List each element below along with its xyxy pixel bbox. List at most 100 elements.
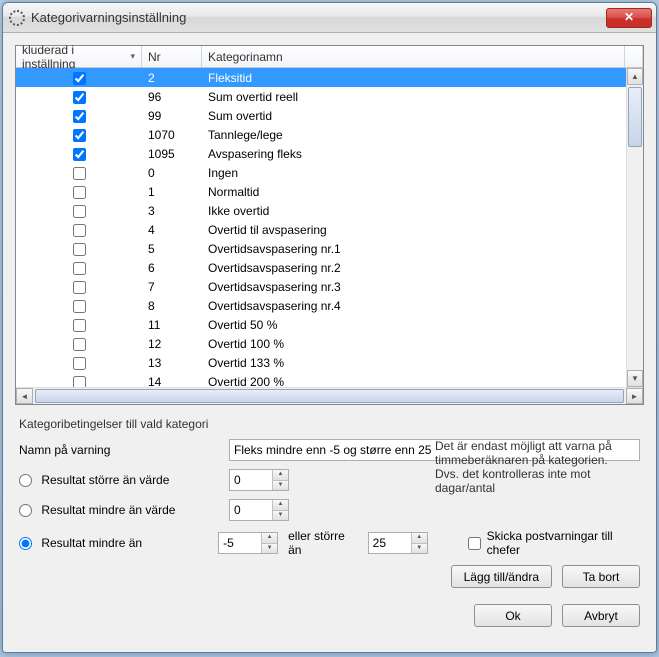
ok-button[interactable]: Ok	[474, 604, 552, 627]
row-name: Overtid 133 %	[202, 356, 626, 370]
range-high-input[interactable]	[369, 533, 411, 553]
row-name: Overtid 100 %	[202, 337, 626, 351]
row-checkbox[interactable]	[73, 205, 86, 218]
row-nr: 12	[142, 337, 202, 351]
row-checkbox[interactable]	[73, 262, 86, 275]
greater-value-spinner[interactable]: ▲▼	[229, 469, 289, 491]
row-name: Overtidsavspasering nr.2	[202, 261, 626, 275]
range-high-spinner[interactable]: ▲▼	[368, 532, 428, 554]
row-checkbox[interactable]	[73, 300, 86, 313]
less-value-input[interactable]	[230, 500, 272, 520]
row-name: Normaltid	[202, 185, 626, 199]
table-row[interactable]: 0Ingen	[16, 163, 626, 182]
header-included[interactable]: kluderad i inställning	[16, 46, 142, 67]
close-button[interactable]: ✕	[606, 8, 652, 28]
radio-range-label[interactable]: Resultat mindre än	[19, 536, 218, 550]
row-checkbox[interactable]	[73, 110, 86, 123]
cancel-button[interactable]: Avbryt	[562, 604, 640, 627]
spin-down-icon[interactable]: ▼	[272, 511, 288, 521]
titlebar[interactable]: Kategorivarningsinställning ✕	[3, 3, 656, 33]
scroll-up-icon[interactable]: ▲	[627, 68, 643, 85]
row-name: Fleksitid	[202, 71, 626, 85]
table-row[interactable]: 2Fleksitid	[16, 68, 626, 87]
scroll-thumb-v[interactable]	[628, 87, 642, 147]
add-change-button[interactable]: Lägg till/ändra	[451, 565, 552, 588]
spin-up-icon[interactable]: ▲	[272, 470, 288, 481]
row-checkbox[interactable]	[73, 186, 86, 199]
spin-up-icon[interactable]: ▲	[272, 500, 288, 511]
send-mail-label[interactable]: Skicka postvarningar till chefer	[468, 529, 640, 557]
row-checkbox[interactable]	[73, 376, 86, 387]
range-mid-label: eller större än	[288, 529, 358, 557]
dialog-window: Kategorivarningsinställning ✕ kluderad i…	[2, 2, 657, 653]
radio-greater[interactable]	[19, 474, 32, 487]
scroll-right-icon[interactable]: ►	[626, 388, 643, 404]
table-row[interactable]: 1Normaltid	[16, 182, 626, 201]
table-row[interactable]: 11Overtid 50 %	[16, 315, 626, 334]
range-low-spinner[interactable]: ▲▼	[218, 532, 278, 554]
greater-value-input[interactable]	[230, 470, 272, 490]
row-nr: 7	[142, 280, 202, 294]
scroll-track-v[interactable]	[627, 85, 643, 370]
spin-down-icon[interactable]: ▼	[411, 544, 427, 554]
row-checkbox[interactable]	[73, 129, 86, 142]
table-row[interactable]: 13Overtid 133 %	[16, 353, 626, 372]
radio-less-label[interactable]: Resultat mindre än värde	[19, 503, 229, 517]
info-text: Det är endast möjligt att varna på timme…	[435, 439, 635, 495]
vertical-scrollbar[interactable]: ▲ ▼	[626, 68, 643, 387]
content-area: kluderad i inställning Nr Kategorinamn 2…	[3, 33, 656, 652]
radio-range[interactable]	[19, 537, 32, 550]
scroll-track-h[interactable]	[33, 388, 626, 404]
header-name[interactable]: Kategorinamn	[202, 46, 625, 67]
spin-up-icon[interactable]: ▲	[411, 533, 427, 544]
table-row[interactable]: 1095Avspasering fleks	[16, 144, 626, 163]
table-row[interactable]: 1070Tannlege/lege	[16, 125, 626, 144]
spin-up-icon[interactable]: ▲	[261, 533, 277, 544]
row-nr: 3	[142, 204, 202, 218]
row-checkbox[interactable]	[73, 338, 86, 351]
row-name: Ikke overtid	[202, 204, 626, 218]
scroll-thumb-h[interactable]	[35, 389, 624, 403]
row-checkbox-cell	[16, 70, 142, 84]
row-name: Sum overtid reell	[202, 90, 626, 104]
table-row[interactable]: 3Ikke overtid	[16, 201, 626, 220]
row-checkbox[interactable]	[73, 224, 86, 237]
row-name: Overtidsavspasering nr.3	[202, 280, 626, 294]
header-nr[interactable]: Nr	[142, 46, 202, 67]
radio-greater-label[interactable]: Resultat större än värde	[19, 473, 229, 487]
table-row[interactable]: 4Overtid til avspasering	[16, 220, 626, 239]
less-value-spinner[interactable]: ▲▼	[229, 499, 289, 521]
send-mail-checkbox[interactable]	[468, 537, 481, 550]
table-row[interactable]: 12Overtid 100 %	[16, 334, 626, 353]
row-checkbox[interactable]	[73, 281, 86, 294]
scroll-down-icon[interactable]: ▼	[627, 370, 643, 387]
spin-down-icon[interactable]: ▼	[272, 481, 288, 491]
table-row[interactable]: 7Overtidsavspasering nr.3	[16, 277, 626, 296]
row-checkbox[interactable]	[73, 91, 86, 104]
row-name: Overtid til avspasering	[202, 223, 626, 237]
row-checkbox[interactable]	[73, 148, 86, 161]
row-checkbox-cell	[16, 260, 142, 274]
header-scroll-spacer	[625, 46, 643, 67]
row-checkbox-cell	[16, 89, 142, 103]
row-checkbox[interactable]	[73, 167, 86, 180]
table-row[interactable]: 96Sum overtid reell	[16, 87, 626, 106]
row-checkbox-cell	[16, 222, 142, 236]
range-low-input[interactable]	[219, 533, 261, 553]
horizontal-scrollbar[interactable]: ◄ ►	[16, 387, 643, 404]
remove-button[interactable]: Ta bort	[562, 565, 640, 588]
spin-down-icon[interactable]: ▼	[261, 544, 277, 554]
row-checkbox[interactable]	[73, 72, 86, 85]
row-checkbox[interactable]	[73, 243, 86, 256]
table-row[interactable]: 5Overtidsavspasering nr.1	[16, 239, 626, 258]
row-nr: 8	[142, 299, 202, 313]
table-row[interactable]: 14Overtid 200 %	[16, 372, 626, 387]
row-checkbox[interactable]	[73, 357, 86, 370]
table-row[interactable]: 6Overtidsavspasering nr.2	[16, 258, 626, 277]
table-row[interactable]: 99Sum overtid	[16, 106, 626, 125]
radio-less[interactable]	[19, 504, 32, 517]
row-checkbox[interactable]	[73, 319, 86, 332]
scroll-left-icon[interactable]: ◄	[16, 388, 33, 404]
table-row[interactable]: 8Overtidsavspasering nr.4	[16, 296, 626, 315]
row-checkbox-cell	[16, 127, 142, 141]
